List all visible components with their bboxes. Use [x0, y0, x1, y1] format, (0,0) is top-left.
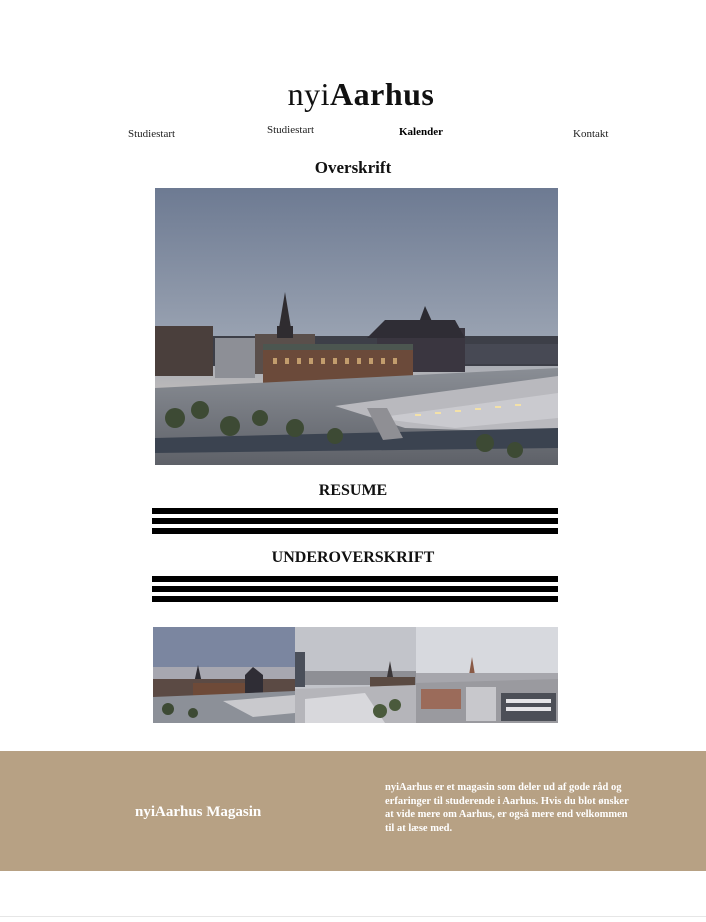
- resume-heading: RESUME: [318, 482, 388, 499]
- gallery-thumbnail-3[interactable]: [416, 627, 558, 723]
- text-line-placeholder: [152, 596, 558, 602]
- subheading: UNDEROVERSKRIFT: [271, 549, 435, 566]
- nav-item-kalender[interactable]: Kalender: [399, 125, 443, 139]
- nav-item-studiestart[interactable]: Studiestart: [128, 127, 175, 141]
- logo-light-text: nyi: [287, 76, 331, 112]
- text-line-placeholder: [152, 576, 558, 582]
- logo-bold-text: Aarhus: [330, 76, 435, 112]
- text-line-placeholder: [152, 586, 558, 592]
- page-title: Overskrift: [314, 158, 392, 177]
- footer-description: nyiAarhus er et magasin som deler ud af …: [385, 782, 629, 834]
- thumbnail-photo: [416, 627, 558, 723]
- thumbnail-photo: [153, 627, 295, 723]
- gallery-thumbnail-2[interactable]: [295, 627, 416, 723]
- hero-photo-aarhus: [155, 188, 558, 465]
- hero-image: [155, 188, 558, 465]
- text-line-placeholder: [152, 508, 558, 514]
- text-line-placeholder: [152, 518, 558, 524]
- nav-item-kontakt[interactable]: Kontakt: [573, 127, 608, 141]
- gallery-thumbnail-1[interactable]: [153, 627, 295, 723]
- nav-item-studiestart-2[interactable]: Studiestart: [267, 123, 314, 137]
- thumbnail-photo: [295, 627, 416, 723]
- footer-brand[interactable]: nyiAarhus Magasin: [135, 803, 261, 821]
- site-footer: nyiAarhus Magasin nyiAarhus er et magasi…: [0, 751, 706, 871]
- resume-text-placeholder: [152, 508, 558, 538]
- body-text-placeholder: [152, 576, 558, 606]
- page-bottom-divider: [0, 916, 706, 917]
- site-logo[interactable]: nyiAarhus: [0, 72, 706, 116]
- text-line-placeholder: [152, 528, 558, 534]
